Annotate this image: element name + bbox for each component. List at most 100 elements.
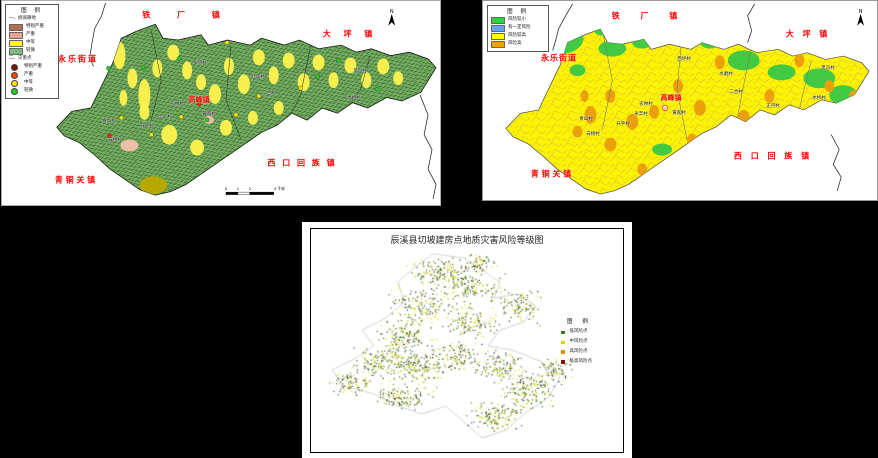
- town-label: 青 铜 关 镇: [531, 169, 571, 180]
- legend-label: 特别严重: [26, 24, 44, 31]
- svg-text:2: 2: [664, 107, 666, 111]
- legend-item: 中等: [9, 80, 55, 87]
- village-label: 二合村: [729, 89, 743, 95]
- damage-patch: [361, 72, 371, 88]
- disaster-point-marker: [119, 116, 123, 120]
- legend-symbol: [11, 80, 18, 87]
- damage-patch: [127, 68, 137, 88]
- svg-text:1: 1: [237, 187, 240, 191]
- town-label: 永乐街道: [541, 53, 577, 64]
- damage-patch: [393, 71, 403, 85]
- left-map-legend: 图 例 一、损毁耕地特别严重严重中等轻微二、灾害点特别严重严重中等轻微: [5, 4, 59, 99]
- damage-patch: [248, 111, 258, 125]
- disaster-point-marker: [149, 133, 153, 137]
- disaster-point-marker: [106, 66, 110, 70]
- legend-label: 高风险点: [570, 349, 588, 356]
- legend-item: 严重: [9, 32, 55, 39]
- damage-patch: [196, 74, 206, 90]
- legend-title: 图 例: [491, 8, 545, 16]
- legend-label: 低风险点: [570, 329, 588, 336]
- town-label: 西 口 回 族 镇: [734, 151, 812, 162]
- damage-patch: [182, 61, 192, 79]
- legend-label: 严重: [26, 32, 35, 39]
- town-label: 铁 厂 镇: [142, 10, 232, 21]
- legend-symbol: [11, 72, 18, 79]
- village-label: 黄家村: [672, 110, 686, 116]
- town-label: 铁 厂 镇: [612, 11, 687, 22]
- right-map-legend: 图 例 风险较小有一定风险风险较高风险高: [487, 5, 549, 52]
- town-label: 西 口 回 族 镇: [267, 158, 336, 169]
- legend-symbol: [9, 24, 23, 31]
- svg-text:N: N: [390, 9, 394, 15]
- damage-patch: [139, 104, 149, 120]
- damage-patch: [377, 58, 389, 74]
- county-boundary-line: [748, 4, 755, 43]
- scale-bar: 0 1 2 4 千米: [225, 186, 285, 194]
- village-label: 农林村: [170, 101, 184, 107]
- legend-title: 图 例: [559, 318, 631, 326]
- legend-symbol: [561, 350, 565, 354]
- town-seat-marker: 2: [662, 105, 667, 110]
- legend-symbol: [9, 32, 23, 39]
- legend-symbol: [491, 17, 505, 24]
- high-risk-patch: [717, 144, 727, 156]
- legend-label: 中等: [26, 40, 35, 47]
- village-label: 黑沟村: [821, 65, 835, 71]
- bottom-map-panel: 辰溪县切坡建房点地质灾害风险等级图 图 例 低风险点中风险点高风险点极高风险点: [302, 222, 632, 458]
- damage-patch-severe: [120, 140, 138, 152]
- legend-label: 风险较小: [508, 17, 526, 24]
- legend-item: 风险高: [491, 41, 545, 48]
- village-label: 青山村: [102, 118, 116, 124]
- legend-item: 特别严重: [9, 24, 55, 31]
- legend-label: 轻微: [26, 48, 35, 55]
- low-risk-patch: [715, 159, 759, 179]
- disaster-point-marker: [375, 87, 379, 91]
- legend-item: 风险较小: [491, 17, 545, 24]
- svg-text:2: 2: [249, 187, 252, 191]
- disaster-point-marker: [205, 118, 209, 122]
- village-label: 全二村: [158, 114, 172, 120]
- legend-label: 中等: [24, 80, 33, 87]
- damage-patch: [269, 66, 279, 84]
- low-risk-patch: [645, 28, 689, 44]
- legend-item: 有一定风险: [491, 25, 545, 32]
- low-risk-patch: [501, 87, 521, 103]
- legend-item: 中风险点: [559, 339, 631, 346]
- damage-patch: [253, 50, 265, 66]
- legend-symbol: [561, 341, 565, 345]
- village-label: 升平村: [140, 123, 154, 129]
- town-label: 青 铜 关 镇: [55, 175, 95, 186]
- legend-label: 风险较高: [508, 33, 526, 40]
- disaster-point-marker: [141, 65, 145, 69]
- legend-item: 低风险点: [559, 329, 631, 336]
- low-risk-patch: [671, 169, 703, 185]
- village-label: 青山村: [579, 116, 593, 122]
- disaster-point-marker: [257, 94, 261, 98]
- legend-label: 特别严重: [24, 64, 42, 71]
- legend-title: 图 例: [9, 7, 55, 15]
- village-label: 永丰村: [634, 111, 648, 117]
- town-label: 大 坪 镇: [323, 29, 378, 40]
- disaster-point-marker: [225, 41, 229, 45]
- legend-symbol: [11, 64, 18, 71]
- legend-label: 极高风险点: [570, 359, 593, 366]
- damage-patch: [313, 54, 325, 70]
- village-label: 白杨村: [586, 131, 600, 137]
- disaster-point-marker: [234, 113, 238, 117]
- legend-section-title: 二、灾害点: [9, 56, 55, 63]
- damage-patch: [152, 59, 162, 77]
- village-label: 黄家村: [202, 111, 216, 117]
- high-risk-patch: [708, 18, 716, 28]
- town-label: 永乐街道: [58, 54, 98, 65]
- county-boundary-line: [420, 95, 436, 199]
- svg-text:0: 0: [225, 187, 228, 191]
- disaster-point-marker: [179, 115, 183, 119]
- damage-patch: [119, 90, 127, 106]
- legend-item: 风险较高: [491, 33, 545, 40]
- right-map-panel: 2N 图 例 风险较小有一定风险风险较高风险高 铁 厂 镇大 坪 镇永乐街道高峰…: [482, 0, 878, 201]
- legend-label: 有一定风险: [508, 25, 531, 32]
- village-label: 西坪村: [677, 56, 691, 62]
- svg-text:4 千米: 4 千米: [274, 186, 285, 191]
- village-label: 红庙村: [251, 74, 265, 80]
- bottom-map-title: 辰溪县切坡建房点地质灾害风险等级图: [302, 233, 632, 246]
